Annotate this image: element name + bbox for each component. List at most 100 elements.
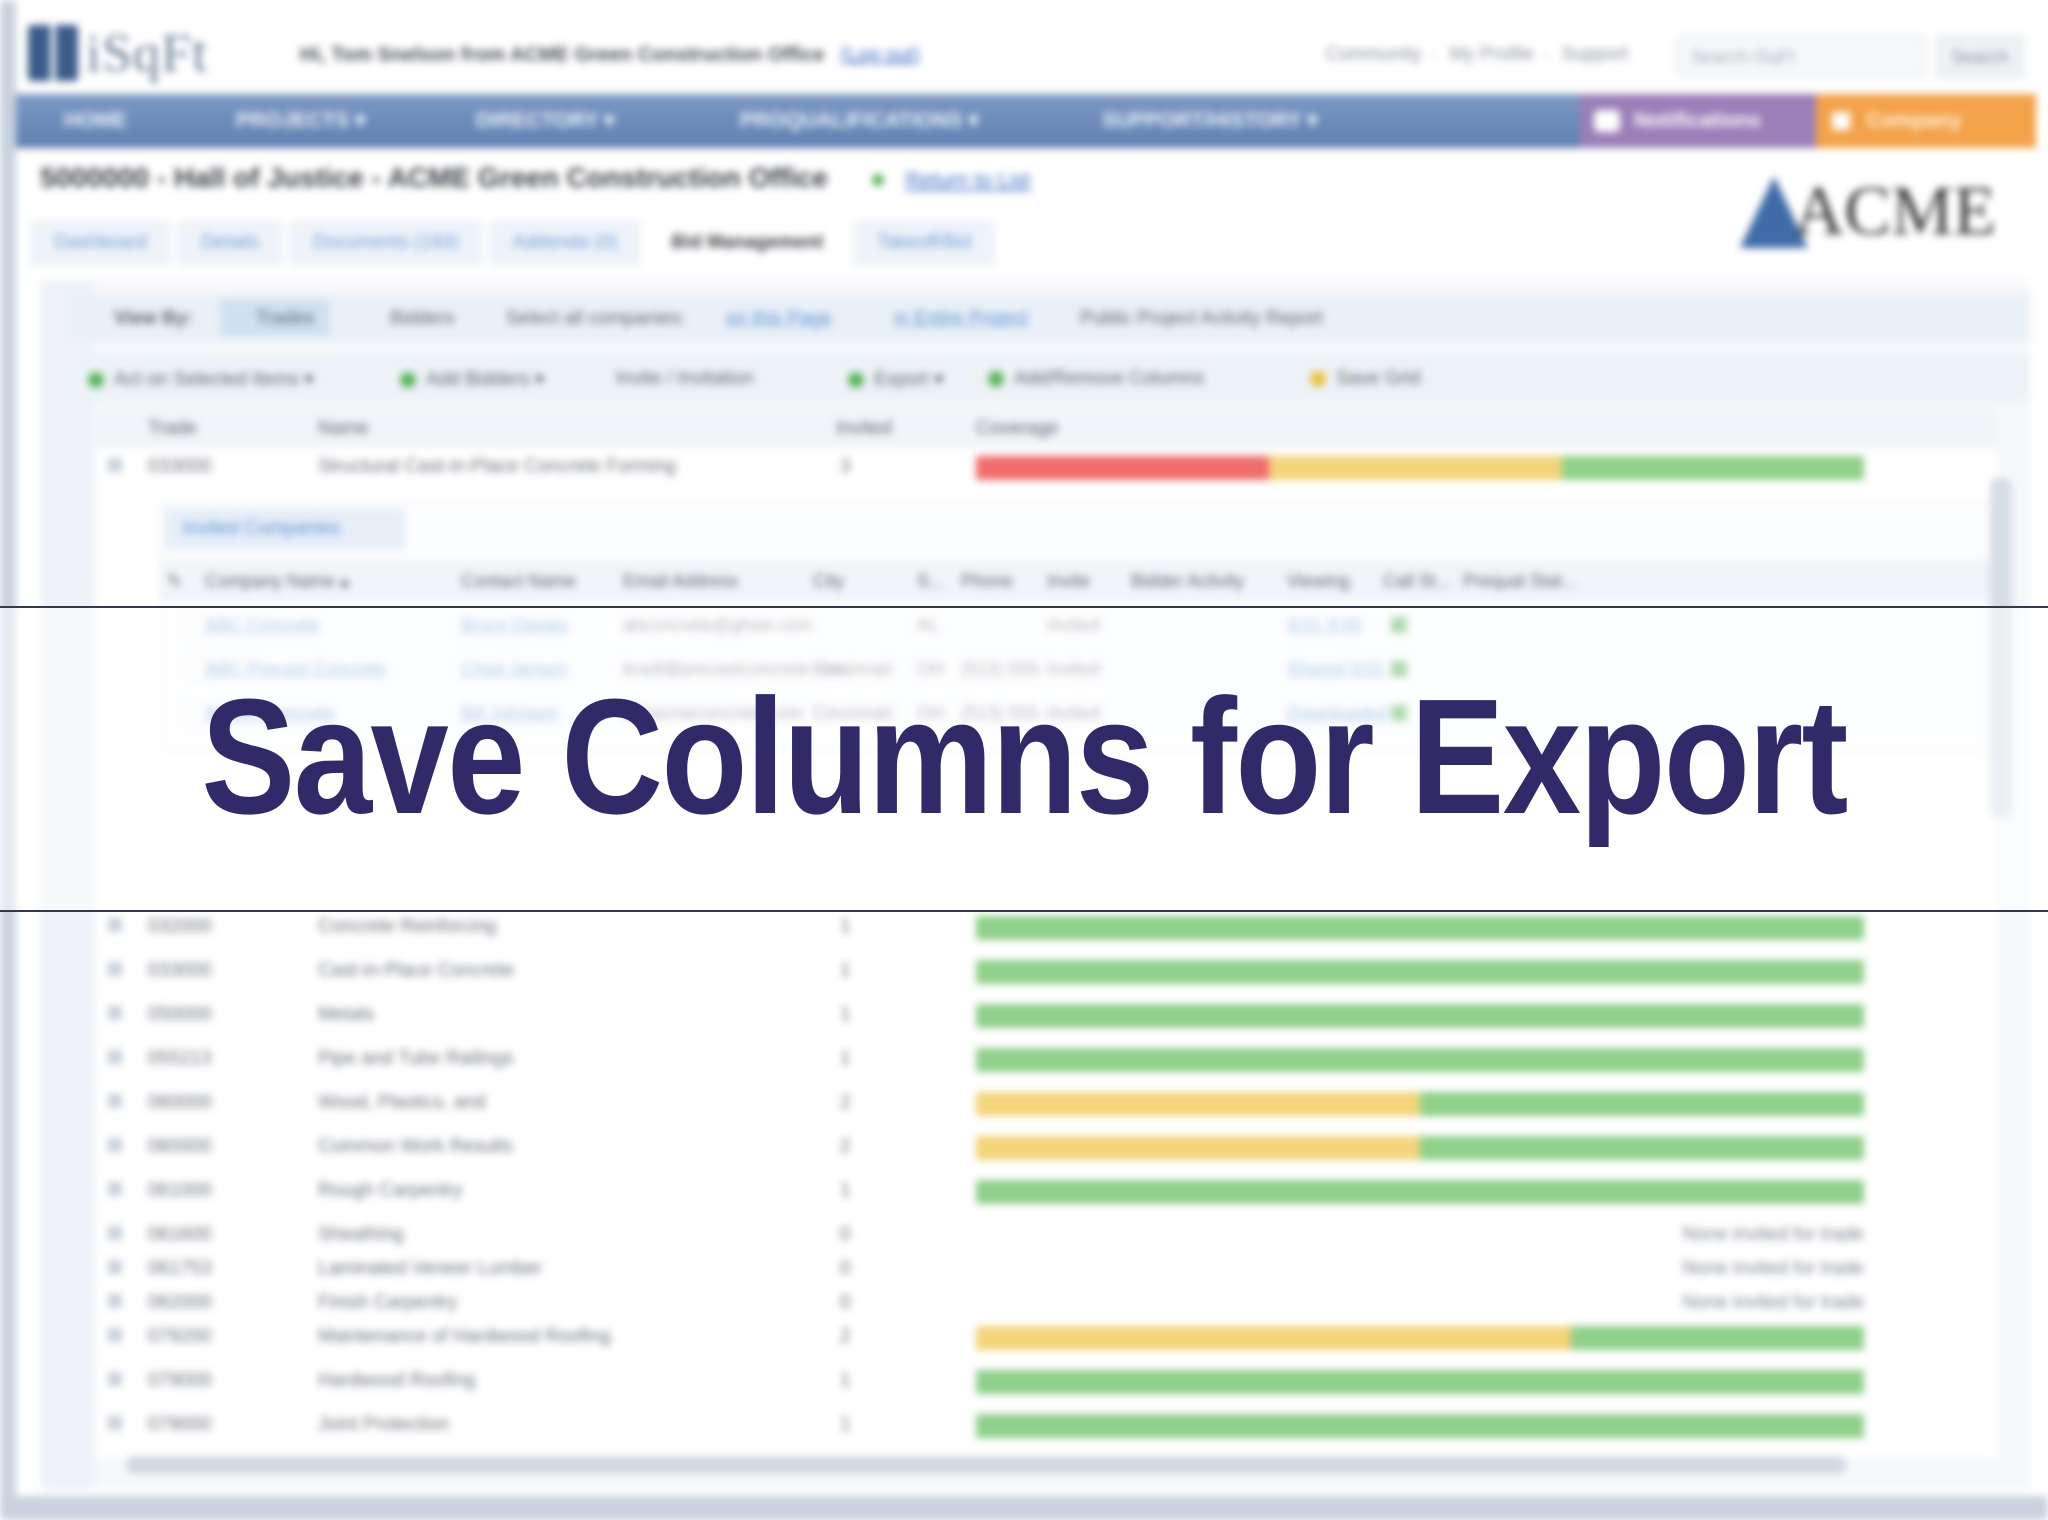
nav-directory[interactable]: DIRECTORY ▾: [476, 94, 615, 148]
logo-text: iSqFt: [86, 23, 209, 83]
select-project-link[interactable]: in Entire Project: [894, 308, 1028, 330]
view-by-label: View By:: [114, 308, 193, 329]
trade-code: 033000: [148, 456, 212, 477]
table-row[interactable]: 061000 Rough Carpentry 1: [96, 1172, 1996, 1212]
coverage-yellow: [976, 1136, 1420, 1160]
col-contact-name[interactable]: Contact Name: [461, 571, 576, 592]
table-row[interactable]: 079200 Maintenance of Hardwood Roofing 2: [96, 1318, 1996, 1358]
col-city[interactable]: City: [813, 571, 844, 592]
activity-report-link[interactable]: Public Project Activity Report: [1080, 308, 1323, 330]
community-link[interactable]: Community: [1326, 44, 1422, 65]
col-call-status[interactable]: Call St...: [1383, 571, 1451, 592]
trade-code: 079200: [148, 1326, 212, 1347]
nav-home[interactable]: HOME: [64, 94, 127, 148]
my-profile-link[interactable]: My Profile: [1449, 44, 1533, 65]
top-links: Community · My Profile · Support: [1325, 44, 1628, 65]
check-icon: [88, 371, 104, 388]
export-button[interactable]: Export ▾: [848, 368, 944, 391]
invited-count: 1: [840, 1414, 851, 1435]
edit-icon[interactable]: ✎: [167, 571, 182, 592]
invite-button[interactable]: Invite / Invitation: [616, 368, 753, 390]
col-invited[interactable]: Invited: [836, 418, 892, 440]
expand-icon[interactable]: [108, 1294, 122, 1308]
select-page-link[interactable]: on this Page: [726, 308, 832, 330]
tab-documents[interactable]: Documents (193): [289, 220, 483, 266]
table-row[interactable]: 079000 Joint Protection 1: [96, 1406, 1996, 1446]
trade-name: Joint Protection: [318, 1414, 449, 1435]
col-invite[interactable]: Invite: [1047, 571, 1090, 592]
add-bidders-button[interactable]: Add Bidders ▾: [400, 368, 544, 391]
nav-projects[interactable]: PROJECTS ▾: [236, 94, 366, 148]
table-row[interactable]: 032000 Concrete Reinforcing 1: [96, 908, 1996, 948]
expand-icon[interactable]: [108, 1226, 122, 1240]
expand-icon[interactable]: [108, 1182, 122, 1196]
expand-icon[interactable]: [108, 962, 122, 976]
bidders-toggle[interactable]: Bidders: [390, 308, 454, 330]
support-link[interactable]: Support: [1561, 44, 1628, 65]
invited-count: 0: [840, 1292, 851, 1313]
table-row[interactable]: 055213 Pipe and Tube Railings 1: [96, 1040, 1996, 1080]
expand-icon[interactable]: [108, 1372, 122, 1386]
tab-details[interactable]: Details: [176, 220, 284, 266]
invited-count: 2: [840, 1092, 851, 1113]
col-phone[interactable]: Phone: [961, 571, 1013, 592]
table-row[interactable]: 079000 Hardwood Roofing 1: [96, 1362, 1996, 1402]
coverage-bar: [976, 1370, 1864, 1394]
isqft-logo[interactable]: iSqFt: [28, 22, 208, 84]
logout-link[interactable]: (Log out): [840, 44, 920, 66]
search-input[interactable]: Search iSqFt: [1676, 36, 1926, 76]
expand-icon[interactable]: [108, 1138, 122, 1152]
act-on-selected-button[interactable]: Act on Selected Items ▾: [88, 368, 314, 391]
trade-name: Hardwood Roofing: [318, 1370, 476, 1391]
save-grid-button[interactable]: Save Grid: [1310, 368, 1420, 390]
invited-companies-tab[interactable]: Invited Companies: [165, 509, 405, 549]
coverage-red: [976, 456, 1270, 480]
tab-dashboard[interactable]: Dashboard: [30, 220, 171, 266]
table-row[interactable]: 060000 Wood, Plastics, and 2: [96, 1084, 1996, 1124]
company-button[interactable]: Company: [1816, 94, 2036, 148]
expand-icon[interactable]: [108, 1094, 122, 1108]
coverage-yellow: [976, 1092, 1420, 1116]
coverage-bar: [976, 916, 1864, 940]
search-button[interactable]: Search: [1936, 36, 2024, 78]
table-row[interactable]: 050000 Metals 1: [96, 996, 1996, 1036]
table-row[interactable]: 033000 Structural Cast-in-Place Concrete …: [96, 448, 1996, 488]
nav-proqualifications[interactable]: PROQUALIFICATIONS ▾: [740, 94, 979, 148]
tab-takeoff-bid[interactable]: Takeoff/Bid: [853, 220, 996, 266]
col-trade[interactable]: Trade: [148, 418, 197, 440]
tab-bid-management[interactable]: Bid Management: [647, 220, 848, 266]
trades-toggle[interactable]: Trades: [256, 308, 314, 330]
return-to-list-link[interactable]: Return to List: [905, 169, 1030, 192]
welcome-text: Hi, Tom Snelson from ACME Green Construc…: [300, 44, 825, 66]
col-bidder-activity[interactable]: Bidder Activity: [1131, 571, 1244, 592]
add-remove-columns-button[interactable]: Add/Remove Columns: [988, 368, 1204, 390]
expand-icon[interactable]: [108, 1050, 122, 1064]
add-remove-columns-label: Add/Remove Columns: [1014, 368, 1205, 389]
col-prequal-status[interactable]: Prequal Stat...: [1463, 571, 1577, 592]
trade-name: Structural Cast-in-Place Concrete Formin…: [318, 456, 676, 477]
col-name[interactable]: Name: [318, 418, 369, 440]
expand-icon[interactable]: [108, 1260, 122, 1274]
invited-count: 1: [840, 1048, 851, 1069]
speech-bubble-icon: [1594, 110, 1620, 133]
notifications-button[interactable]: Notifications: [1580, 94, 1816, 148]
tab-addenda[interactable]: Addenda (0): [488, 220, 642, 266]
col-email[interactable]: Email Address: [623, 571, 738, 592]
expand-icon[interactable]: [108, 918, 122, 932]
nav-support-history[interactable]: SUPPORT/HISTORY ▾: [1102, 94, 1318, 148]
coverage-bar: [976, 1004, 1864, 1028]
table-row[interactable]: 033000 Cast-in-Place Concrete 1: [96, 952, 1996, 992]
export-label: Export ▾: [874, 369, 944, 390]
trade-name: Laminated Veneer Lumber: [318, 1258, 542, 1279]
expand-icon[interactable]: [108, 458, 122, 472]
horizontal-scrollbar[interactable]: [126, 1456, 1846, 1474]
col-state[interactable]: S...: [917, 571, 944, 592]
col-viewing[interactable]: Viewing: [1287, 571, 1350, 592]
col-coverage[interactable]: Coverage: [976, 418, 1058, 440]
expand-icon[interactable]: [108, 1006, 122, 1020]
table-row[interactable]: 060000 Common Work Results 2: [96, 1128, 1996, 1168]
expand-icon[interactable]: [108, 1328, 122, 1342]
expand-icon[interactable]: [108, 1416, 122, 1430]
invited-count: 3: [840, 456, 851, 477]
col-company-name[interactable]: Company Name ▴: [205, 571, 349, 592]
